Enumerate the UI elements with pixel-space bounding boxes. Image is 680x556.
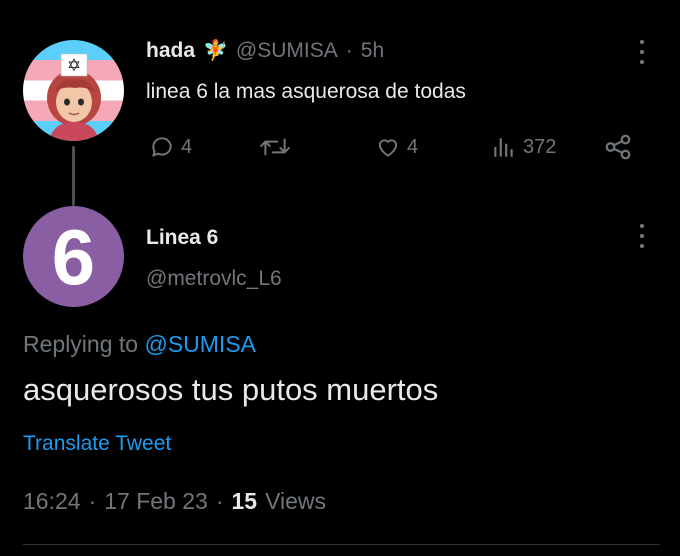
avatar-character-image: ✡	[47, 53, 101, 141]
meta-separator-2: ·	[215, 488, 224, 514]
main-tweet-text: asquerosos tus putos muertos	[23, 372, 439, 407]
views-count: 372	[523, 135, 557, 158]
parent-tweet-header: hada 🧚 @SUMISA · 5h	[146, 38, 384, 63]
reply-count: 4	[181, 135, 193, 158]
parent-handle[interactable]: @SUMISA	[236, 39, 338, 63]
fairy-emoji-icon: 🧚	[203, 40, 228, 62]
views-button[interactable]: 372	[491, 134, 556, 160]
reply-icon	[152, 137, 172, 157]
tweet-time[interactable]: 16:24	[23, 488, 81, 515]
main-display-name[interactable]: Linea 6	[146, 226, 218, 250]
tweet-meta-line: 16:24 · 17 Feb 23 · 15 Views	[23, 488, 326, 515]
like-button[interactable]: 4	[375, 134, 418, 160]
views-total: 15	[231, 488, 258, 514]
replying-to-line: Replying to @SUMISA	[23, 331, 256, 358]
parent-timestamp[interactable]: 5h	[361, 39, 384, 63]
meta-separator: ·	[88, 488, 97, 514]
analytics-bars-icon	[494, 138, 513, 157]
parent-avatar[interactable]: ✡	[23, 40, 124, 141]
tweet-date[interactable]: 17 Feb 23	[104, 488, 208, 515]
svg-text:✡: ✡	[67, 56, 81, 76]
bottom-divider	[23, 544, 660, 545]
main-handle[interactable]: @metrovlc_L6	[146, 267, 282, 291]
main-more-options-icon[interactable]	[632, 224, 652, 248]
replying-to-label: Replying to	[23, 331, 139, 357]
share-nodes-icon	[605, 134, 631, 160]
reply-button[interactable]: 4	[149, 134, 192, 160]
parent-more-options-icon[interactable]	[632, 40, 652, 64]
thread-connector-line	[72, 146, 75, 206]
replying-to-handle-link[interactable]: @SUMISA	[144, 331, 256, 357]
parent-tweet-text: linea 6 la mas asquerosa de todas	[146, 80, 466, 103]
share-button[interactable]	[603, 132, 633, 167]
parent-display-name[interactable]: hada	[146, 39, 195, 63]
heart-icon	[378, 139, 398, 157]
views-label: Views	[265, 488, 327, 514]
main-avatar[interactable]: 6	[23, 206, 124, 307]
retweet-button[interactable]	[259, 134, 297, 160]
header-separator: ·	[345, 38, 353, 62]
like-count: 4	[407, 135, 419, 158]
avatar-number: 6	[51, 212, 96, 301]
retweet-icon	[260, 138, 290, 156]
translate-tweet-link[interactable]: Translate Tweet	[23, 432, 171, 456]
